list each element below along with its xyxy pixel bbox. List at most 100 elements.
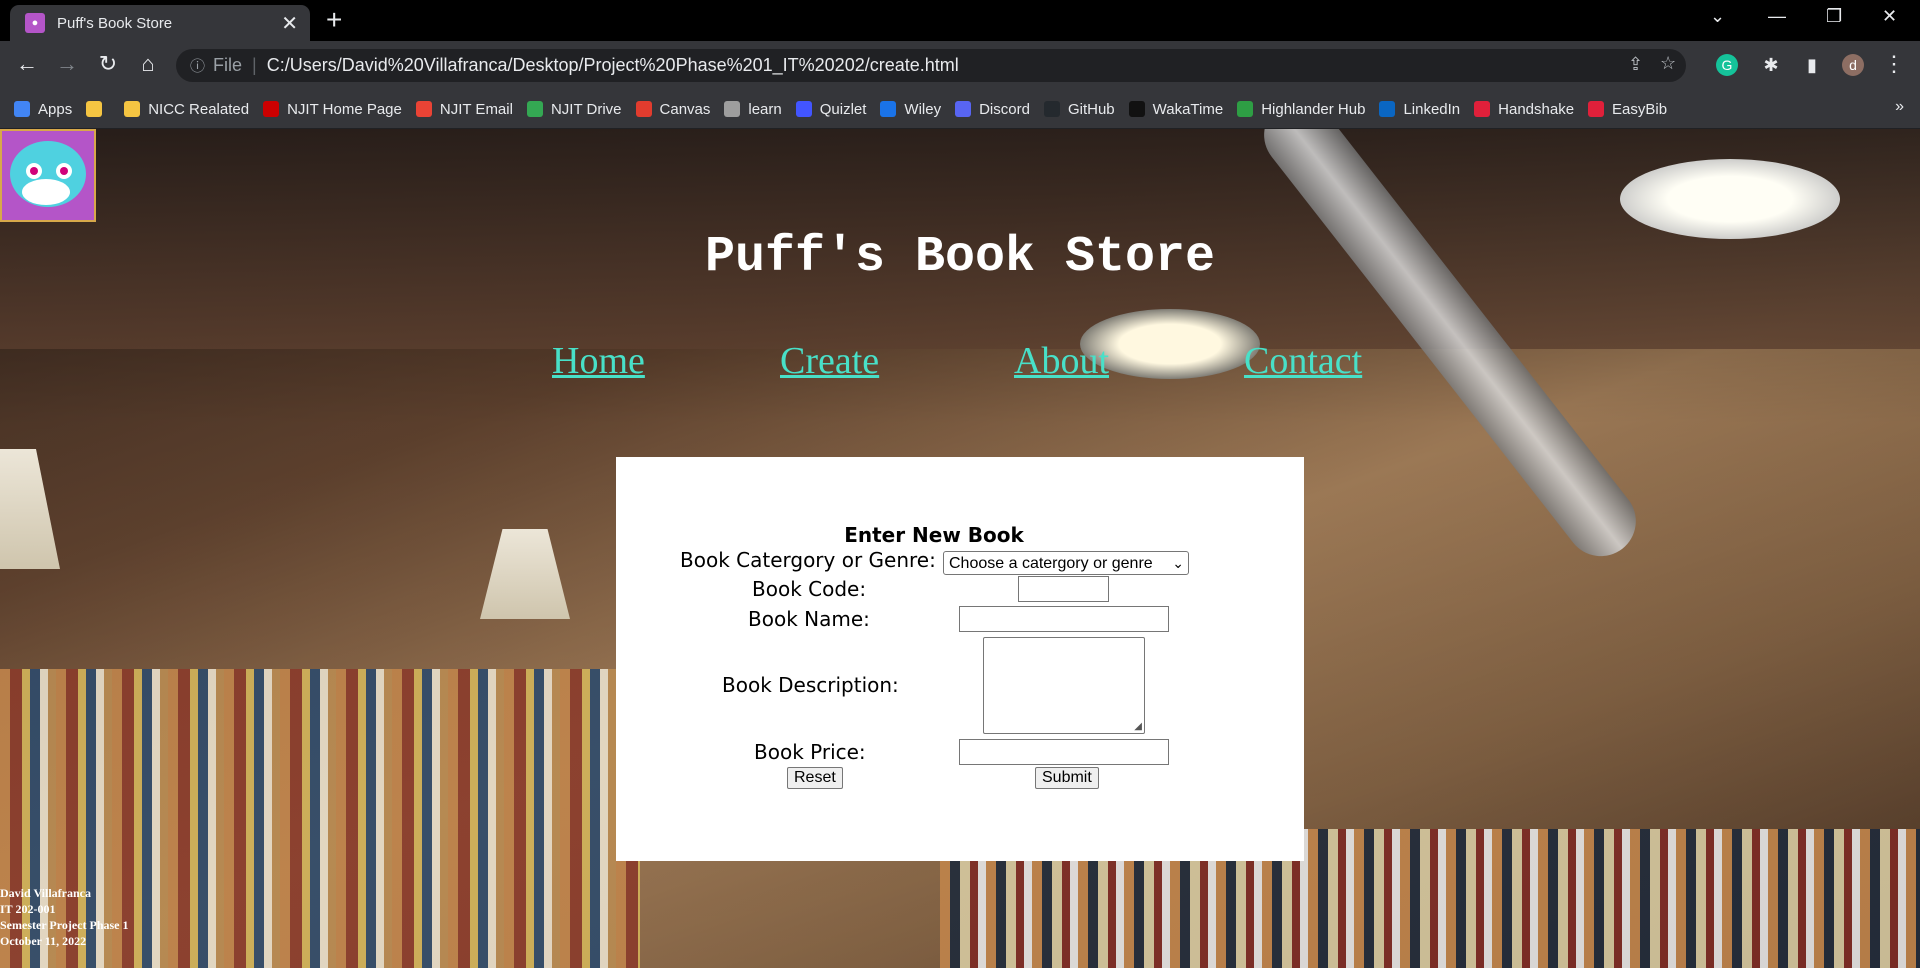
menu-kebab-icon[interactable]: ⋮ [1880, 51, 1908, 77]
drive-icon [526, 101, 543, 117]
bookmark-item[interactable]: EasyBib [1588, 101, 1667, 118]
page-footer: David Villafranca IT 202-001 Semester Pr… [0, 885, 129, 949]
bookmark-label: EasyBib [1612, 100, 1668, 118]
njit-icon [263, 101, 280, 117]
category-select[interactable]: Choose a catergory or genre ⌄ [943, 551, 1189, 575]
url-separator: | [252, 55, 257, 75]
github-icon [1043, 101, 1060, 117]
logo-eye-right [56, 163, 72, 179]
reset-button[interactable]: Reset [787, 767, 843, 789]
bookmarks-bar: Apps NICC Realated NJIT Home Page NJIT Emai… [0, 90, 1920, 129]
tab-strip: ● Puff's Book Store ✕ + ⌄ — ❐ ✕ [0, 0, 1920, 41]
bookmark-item[interactable]: Canvas [635, 100, 711, 118]
handshake-icon [1474, 101, 1491, 117]
back-icon[interactable]: ← [13, 51, 41, 77]
submit-button[interactable]: Submit [1035, 767, 1099, 789]
resize-grip-icon[interactable]: ◢ [1134, 721, 1142, 732]
bookmark-label: Quizlet [819, 100, 867, 118]
nav-about-link[interactable]: About [1014, 339, 1109, 383]
bookmark-label: GitHub [1067, 100, 1115, 118]
bookmark-star-icon[interactable]: ☆ [1660, 53, 1676, 74]
nav-home-link[interactable]: Home [552, 339, 645, 383]
wakatime-icon [1128, 101, 1145, 117]
highlander-hub-icon [1237, 101, 1254, 117]
linkedin-icon [1379, 101, 1396, 117]
bookmark-label: NJIT Drive [550, 100, 622, 118]
bookmark-item[interactable]: Wiley [880, 101, 941, 118]
browser-toolbar: ← → ↻ ⌂ ⓘ File | C:/Users/David%20Villaf… [0, 41, 1920, 90]
bookmark-item[interactable]: Handshake [1474, 101, 1574, 118]
wiley-icon [880, 101, 897, 117]
bookmark-label: Wiley [904, 100, 942, 118]
browser-tab[interactable]: ● Puff's Book Store ✕ [10, 5, 310, 41]
bookmark-label: NICC Realated [148, 100, 250, 118]
nav-contact-link[interactable]: Contact [1244, 339, 1362, 383]
profile-initial: d [1849, 57, 1857, 73]
bookmark-label: WakaTime [1152, 100, 1224, 118]
gmail-icon [415, 101, 432, 117]
chevron-down-icon: ⌄ [1172, 555, 1184, 571]
book-description-textarea[interactable]: ◢ [983, 637, 1145, 734]
background-lamp-left [0, 449, 60, 569]
book-code-input[interactable] [1018, 576, 1109, 602]
logo-belly [22, 179, 70, 205]
quizlet-icon [795, 101, 812, 117]
bookmark-label: LinkedIn [1403, 100, 1461, 118]
bookmark-item[interactable]: WakaTime [1128, 100, 1224, 118]
bookmark-item[interactable] [86, 101, 110, 117]
tab-search-icon[interactable]: ⌄ [1710, 6, 1725, 27]
bookmark-label: Highlander Hub [1261, 100, 1366, 118]
bookmark-item[interactable]: LinkedIn [1379, 101, 1460, 118]
bookmark-label: learn [748, 100, 782, 118]
puff-favicon-icon: ● [25, 13, 45, 33]
info-icon[interactable]: ⓘ [190, 55, 205, 76]
extensions-puzzle-icon[interactable]: ✱ [1760, 54, 1782, 76]
more-bookmarks-icon[interactable]: » [1895, 98, 1904, 116]
bookmark-item[interactable]: Quizlet [795, 100, 867, 118]
bookmark-item[interactable]: Highlander Hub [1237, 101, 1365, 118]
reload-icon[interactable]: ↻ [94, 51, 122, 77]
url-text[interactable]: C:/Users/David%20Villafranca/Desktop/Pro… [267, 55, 959, 76]
url-scheme: File [213, 55, 243, 75]
bookmark-item[interactable]: learn [724, 100, 782, 118]
footer-project: Semester Project Phase 1 [0, 918, 129, 932]
forward-icon[interactable]: → [53, 51, 81, 77]
logo-eye-left [26, 163, 42, 179]
bookmark-item[interactable]: Discord [955, 101, 1030, 118]
form-heading: Enter New Book [844, 523, 1024, 547]
folder-icon [86, 101, 103, 117]
learn-icon [724, 101, 741, 117]
category-selected-value: Choose a catergory or genre [949, 555, 1153, 572]
grammarly-icon[interactable]: G [1716, 54, 1738, 76]
new-tab-icon[interactable]: + [326, 6, 342, 34]
profile-avatar[interactable]: d [1842, 54, 1864, 76]
site-title: Puff's Book Store [704, 229, 1216, 286]
bookmark-item[interactable]: Apps [14, 101, 72, 118]
category-label: Book Catergory or Genre: [680, 548, 936, 572]
nav-create-link[interactable]: Create [780, 339, 879, 383]
bookmark-item[interactable]: NJIT Email [415, 101, 513, 118]
code-label: Book Code: [752, 577, 867, 601]
side-panel-icon[interactable]: ▮ [1801, 54, 1823, 76]
footer-date: October 11, 2022 [0, 934, 87, 948]
home-icon[interactable]: ⌂ [134, 51, 162, 77]
web-page: Puff's Book Store Home Create About Cont… [0, 129, 1920, 968]
minimize-icon[interactable]: — [1768, 6, 1786, 27]
bookmark-label: Canvas [659, 100, 711, 118]
name-label: Book Name: [748, 607, 870, 631]
address-bar[interactable]: ⓘ File | C:/Users/David%20Villafranca/De… [176, 49, 1686, 82]
new-book-form: Enter New Book Book Catergory or Genre: … [616, 457, 1304, 861]
bookmark-item[interactable]: NJIT Home Page [263, 101, 402, 118]
restore-icon[interactable]: ❐ [1826, 6, 1842, 27]
discord-icon [955, 101, 972, 117]
book-name-input[interactable] [959, 606, 1169, 632]
bookmark-item[interactable]: NICC Realated [124, 101, 249, 118]
share-icon[interactable]: ⇪ [1628, 54, 1643, 75]
bookmark-item[interactable]: NJIT Drive [526, 100, 622, 118]
bookmark-item[interactable]: GitHub [1043, 100, 1115, 118]
bookmark-label: NJIT Home Page [287, 100, 402, 118]
description-label: Book Description: [722, 673, 899, 697]
window-close-icon[interactable]: ✕ [1882, 6, 1897, 27]
book-price-input[interactable] [959, 739, 1169, 765]
close-tab-icon[interactable]: ✕ [281, 11, 298, 36]
